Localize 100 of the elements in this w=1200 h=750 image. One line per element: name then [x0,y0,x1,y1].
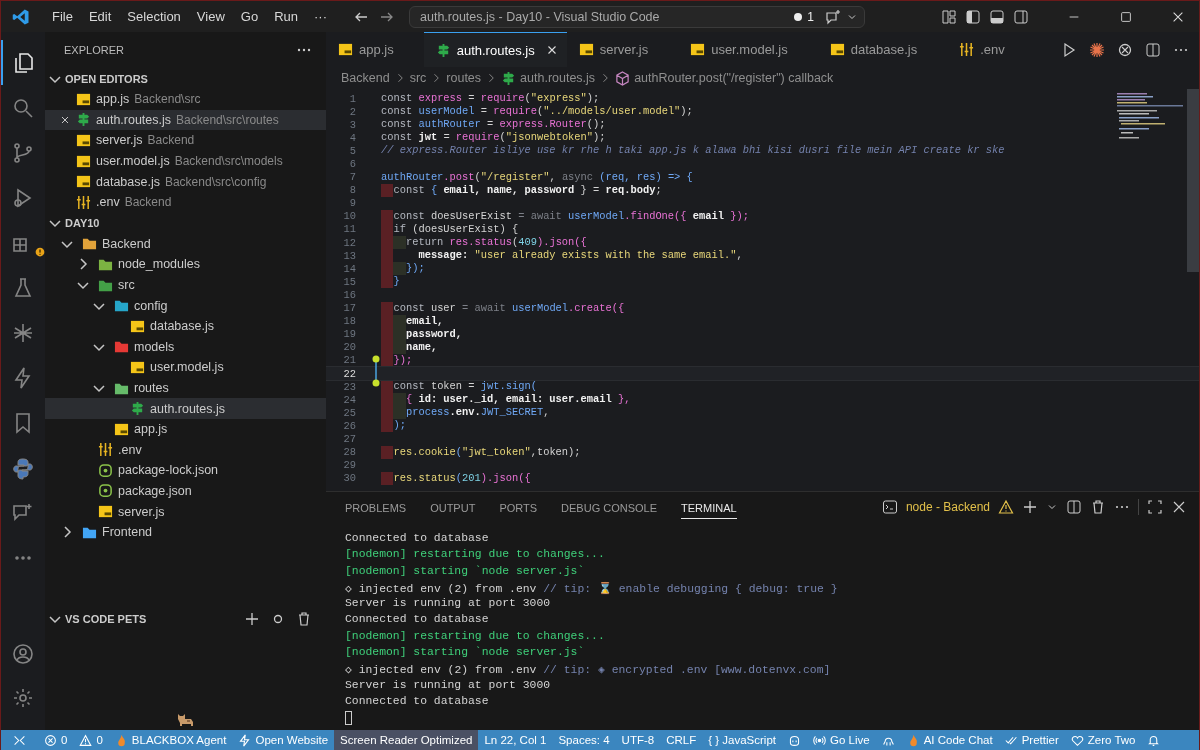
sliders-icon [76,194,91,210]
section-header[interactable]: VS CODE PETS [65,613,147,625]
tree-item[interactable]: routes [45,377,326,399]
open-editor-item[interactable]: user.model.js Backend\src\models [45,150,326,172]
line-number: 10 [342,210,356,223]
account-icon[interactable] [11,642,35,666]
menu-item[interactable]: Edit [80,9,120,24]
editor-tab[interactable]: .env [947,32,1035,67]
maximize-icon[interactable] [1119,9,1133,24]
json-file-icon [98,462,113,478]
tree-item[interactable]: models [45,336,326,358]
javascript-file-icon [829,42,845,57]
editor-tab[interactable]: server.js [566,32,679,67]
open-editor-item[interactable]: app.js Backend\src [45,89,326,110]
status-item[interactable]: Ln 22, Col 1 [478,730,553,750]
secondary-sidebar-icon[interactable] [1013,8,1029,25]
close-icon[interactable] [1171,499,1187,515]
breadcrumb-item[interactable]: auth.routes.js [520,71,596,85]
status-item[interactable]: Open Website [232,730,335,750]
status-item[interactable]: Screen Reader Optimized [334,730,479,750]
run-icon[interactable] [1061,41,1077,58]
trash-icon[interactable] [296,611,312,627]
tree-item[interactable]: auth.routes.js [45,398,326,419]
tree-item[interactable]: Backend [45,233,326,255]
tree-item[interactable]: database.js [45,315,326,337]
breadcrumb-item[interactable]: Backend [341,71,390,85]
tree-item[interactable]: Frontend [45,521,326,543]
menu-item[interactable]: Go [232,9,267,24]
menu-item[interactable]: View [188,9,233,24]
tree-item[interactable]: .env [45,439,326,461]
breadcrumb-item[interactable]: src [409,71,427,85]
line-number: 13 [342,249,356,262]
status-item[interactable]: CRLF [660,730,703,750]
open-editor-item[interactable]: server.js Backend [45,130,326,151]
line-number: 20 [342,341,356,354]
status-item[interactable]: Zero Two [1064,730,1142,750]
sidebar-toggle-icon[interactable] [965,8,981,25]
status-item[interactable]: Spaces: 4 [552,730,616,750]
line-number: 8 [348,184,356,197]
panel-tab[interactable]: DEBUG CONSOLE [561,495,658,519]
javascript-file-icon [98,504,113,520]
layout-icon[interactable] [941,8,957,25]
open-editor-item[interactable]: database.js Backend\src\config [45,171,326,192]
snakes-logo-icon[interactable] [11,455,35,480]
remote-icon [13,733,26,747]
files-icon[interactable] [12,50,36,75]
cat-drawing [176,712,196,726]
scrollbar-thumb[interactable] [1187,89,1199,272]
terminal-name[interactable]: node - Backend [905,500,990,514]
status-item[interactable]: AI Code Chat [900,730,999,750]
breadcrumb-item[interactable]: routes [446,71,482,85]
panel-tab[interactable]: TERMINAL [681,495,737,519]
settings-icon[interactable] [11,686,35,710]
chat-sparkle-icon[interactable] [825,8,841,25]
section-header[interactable]: DAY10 [65,217,100,230]
open-editor-item[interactable]: auth.routes.js Backend\src\routes [45,109,326,131]
javascript-file-icon [76,91,91,107]
breadcrumb-item[interactable]: authRouter.post("/register") callback [634,71,834,85]
trash-icon[interactable] [1090,499,1106,515]
editor-tab[interactable]: app.js [326,32,424,67]
editor-tab[interactable]: database.js [817,32,948,67]
tree-item[interactable]: user.model.js [45,357,326,378]
status-item[interactable]: 0 [38,730,74,750]
warning-icon [998,499,1014,515]
maximize-panel-icon[interactable] [1147,499,1163,515]
menu-item[interactable]: Selection [119,9,189,24]
menu-item[interactable]: Run [266,9,306,24]
status-item[interactable]: { } JavaScript [702,730,782,750]
tree-item[interactable]: config [45,295,326,316]
status-item[interactable]: Go Live [807,730,876,750]
panel-tab[interactable]: PORTS [499,495,538,519]
tree-item[interactable]: src [45,274,326,296]
tree-item[interactable]: package-lock.json [45,460,326,481]
status-item[interactable]: Prettier [998,730,1065,750]
editor-tab[interactable]: auth.routes.js [423,32,567,67]
tree-item[interactable]: node_modules [45,254,326,275]
status-item[interactable]: UTF-8 [615,730,661,750]
branch-icon[interactable] [11,140,35,165]
panel-toggle-icon[interactable] [989,8,1005,25]
file-name: config [134,298,168,313]
menu-item[interactable]: File [44,9,81,24]
starburst-icon[interactable] [1089,41,1105,58]
command-center[interactable]: auth.routes.js - Day10 - Visual Studio Code 1 [409,5,865,28]
status-item[interactable]: 0 [73,730,109,750]
section-header[interactable]: OPEN EDITORS [65,72,148,85]
menu-item[interactable]: ··· [306,9,335,24]
knot-icon[interactable] [1117,41,1133,58]
add-icon[interactable] [1022,499,1038,515]
tree-item[interactable]: server.js [45,501,326,522]
file-path: Backend\src\routes [176,112,279,127]
split-editor-icon[interactable] [1145,41,1161,58]
editor-tab[interactable]: user.model.js [678,32,818,67]
status-item[interactable]: BLACKBOX Agent [108,730,233,750]
panel-tab[interactable]: PROBLEMS [345,495,407,519]
panel-tab[interactable]: OUTPUT [430,495,476,519]
split-terminal-icon[interactable] [1066,499,1082,515]
add-icon[interactable] [244,611,260,627]
tree-item[interactable]: app.js [45,418,326,440]
open-editor-item[interactable]: .env Backend [45,191,326,213]
tree-item[interactable]: package.json [45,480,326,502]
